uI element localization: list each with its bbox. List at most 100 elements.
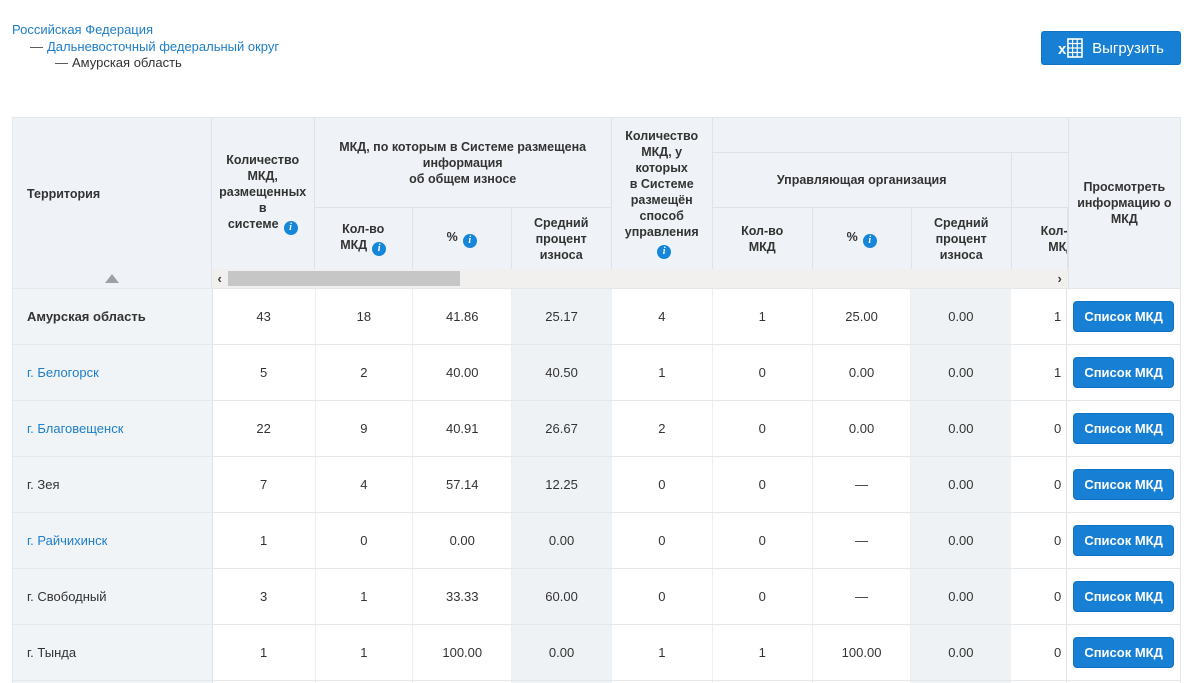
cell-avg-wear: 0.00: [512, 625, 612, 680]
mkd-list-button[interactable]: Список МКД: [1073, 581, 1174, 612]
cell-avg-wear-mgmt: 0.00: [911, 513, 1011, 568]
scroll-left-arrow-icon[interactable]: ‹: [212, 269, 228, 288]
cell-kolvo-mkd-mgmt: 1: [713, 289, 813, 344]
table-row: г. Зея 7 4 57.14 12.25 0 0 — 0.00 0 Спис…: [13, 456, 1180, 512]
cell-avg-wear: 26.67: [512, 401, 612, 456]
export-button-label: Выгрузить: [1092, 40, 1164, 57]
cell-count-mgmt-method: 0: [612, 513, 713, 568]
info-icon[interactable]: i: [863, 234, 877, 248]
view-info-label: Просмотреть информацию о МКД: [1077, 179, 1171, 227]
breadcrumb-dash: —: [55, 55, 68, 70]
cell-avg-wear: 40.50: [512, 345, 612, 400]
cell-percent-wear: 40.00: [413, 345, 512, 400]
cell-percent-mgmt: 0.00: [813, 401, 912, 456]
mkd-list-button[interactable]: Список МКД: [1073, 525, 1174, 556]
cell-kolvo-mkd-cut: 0: [1011, 513, 1067, 568]
scroll-right-arrow-icon[interactable]: ›: [1052, 269, 1068, 288]
territory-link[interactable]: г. Райчихинск: [27, 533, 107, 548]
cell-avg-wear-mgmt: 0.00: [911, 569, 1011, 624]
info-icon[interactable]: i: [372, 242, 386, 256]
breadcrumb-link-russia[interactable]: Российская Федерация: [12, 22, 153, 37]
info-icon[interactable]: i: [657, 245, 671, 259]
info-icon[interactable]: i: [463, 234, 477, 248]
cell-count-mgmt-method: 0: [612, 569, 713, 624]
column-header-kolvo-mkd-wear: Кол-во МКДi: [315, 208, 413, 269]
breadcrumb-level-2: — Дальневосточный федеральный округ: [30, 39, 279, 56]
horizontal-scrollbar[interactable]: ‹ ›: [212, 269, 1068, 288]
cell-avg-wear-mgmt: 0.00: [911, 625, 1011, 680]
cell-count-in-system: 5: [213, 345, 316, 400]
mkd-list-button[interactable]: Список МКД: [1073, 413, 1174, 444]
cell-count-in-system: 3: [213, 569, 316, 624]
cell-kolvo-mkd-cut: 0: [1011, 569, 1067, 624]
table-header: Территория Количество МКД, размещенных в…: [13, 118, 1180, 288]
group-header-wear-info: МКД, по которым в Системе размещена инфо…: [315, 118, 612, 208]
cell-kolvo-mkd-mgmt: 0: [713, 457, 813, 512]
cell-percent-wear: 0.00: [413, 513, 512, 568]
mkd-list-button[interactable]: Список МКД: [1073, 469, 1174, 500]
percent2-label: %: [847, 230, 858, 244]
territory-link[interactable]: г. Белогорск: [27, 365, 99, 380]
cell-percent-wear: 33.33: [413, 569, 512, 624]
territory-name: Амурская область: [27, 309, 146, 324]
kolvo-mkd-cut-label: Кол-во МКД: [1041, 223, 1068, 255]
cell-percent-wear: 100.00: [413, 625, 512, 680]
mkd-list-button[interactable]: Список МКД: [1073, 637, 1174, 668]
mkd-list-button[interactable]: Список МКД: [1073, 301, 1174, 332]
territory-name: г. Тында: [27, 645, 76, 660]
column-header-view-info: Просмотреть информацию о МКД: [1068, 118, 1180, 288]
cell-kolvo-mkd-mgmt: 0: [713, 401, 813, 456]
management-org-label: Управляющая организация: [777, 172, 947, 188]
scrollable-header-area: Количество МКД, размещенных в системеi М…: [212, 118, 1068, 288]
cell-kolvo-mkd-wear: 2: [316, 345, 414, 400]
cell-count-in-system: 43: [213, 289, 316, 344]
svg-text:x: x: [1058, 41, 1067, 58]
cell-count-mgmt-method: 1: [612, 345, 713, 400]
cell-avg-wear-mgmt: 0.00: [911, 401, 1011, 456]
cell-count-in-system: 1: [213, 625, 316, 680]
export-button[interactable]: x Выгрузить: [1041, 31, 1181, 65]
cell-kolvo-mkd-cut: 0: [1011, 625, 1067, 680]
cell-kolvo-mkd-wear: 0: [316, 513, 414, 568]
cell-count-mgmt-method: 4: [612, 289, 713, 344]
cell-percent-wear: 41.86: [413, 289, 512, 344]
territory-name: г. Зея: [27, 477, 60, 492]
cell-count-in-system: 1: [213, 513, 316, 568]
column-header-percent-wear: %i: [413, 208, 512, 269]
territory-name: г. Свободный: [27, 589, 107, 604]
territory-link[interactable]: г. Благовещенск: [27, 421, 123, 436]
cell-percent-mgmt: 0.00: [813, 345, 912, 400]
cell-count-mgmt-method: 2: [612, 401, 713, 456]
column-header-avg-wear: Средний процент износа: [512, 208, 612, 269]
cell-avg-wear: 25.17: [512, 289, 612, 344]
cell-kolvo-mkd-cut: 0: [1011, 457, 1067, 512]
cell-percent-mgmt: —: [813, 513, 912, 568]
scrollbar-thumb[interactable]: [228, 271, 460, 286]
mkd-summary-table: Территория Количество МКД, размещенных в…: [12, 117, 1181, 683]
table-row: г. Белогорск 5 2 40.00 40.50 1 0 0.00 0.…: [13, 344, 1180, 400]
cell-percent-mgmt: 25.00: [813, 289, 912, 344]
cell-avg-wear-mgmt: 0.00: [911, 289, 1011, 344]
cell-percent-mgmt: 100.00: [813, 625, 912, 680]
column-header-territory[interactable]: Территория: [13, 118, 212, 288]
cell-kolvo-mkd-cut: 1: [1011, 289, 1067, 344]
page: Российская Федерация —Дальневосточный фе…: [0, 0, 1193, 683]
column-header-percent-mgmt: %i: [813, 208, 912, 269]
mkd-list-button[interactable]: Список МКД: [1073, 357, 1174, 388]
avg-wear2-label: Средний процент износа: [916, 215, 1007, 263]
breadcrumb-level-1: Российская Федерация: [12, 22, 279, 39]
sort-asc-icon[interactable]: [105, 274, 119, 283]
cell-avg-wear-mgmt: 0.00: [911, 457, 1011, 512]
table-row: г. Свободный 3 1 33.33 60.00 0 0 — 0.00 …: [13, 568, 1180, 624]
info-icon[interactable]: i: [284, 221, 298, 235]
cell-kolvo-mkd-mgmt: 0: [713, 513, 813, 568]
count-mgmt-method-label: Количество МКД, у которых в Системе разм…: [625, 129, 699, 239]
cell-percent-mgmt: —: [813, 457, 912, 512]
breadcrumb-level-3: —Амурская область: [55, 55, 279, 72]
breadcrumb-dash: —: [30, 39, 43, 54]
column-header-avg-wear-mgmt: Средний процент износа: [912, 208, 1012, 269]
cell-percent-mgmt: —: [813, 569, 912, 624]
breadcrumb-link-district[interactable]: Дальневосточный федеральный округ: [47, 39, 279, 54]
cell-avg-wear: 60.00: [512, 569, 612, 624]
table-row: г. Тында 1 1 100.00 0.00 1 1 100.00 0.00…: [13, 624, 1180, 680]
